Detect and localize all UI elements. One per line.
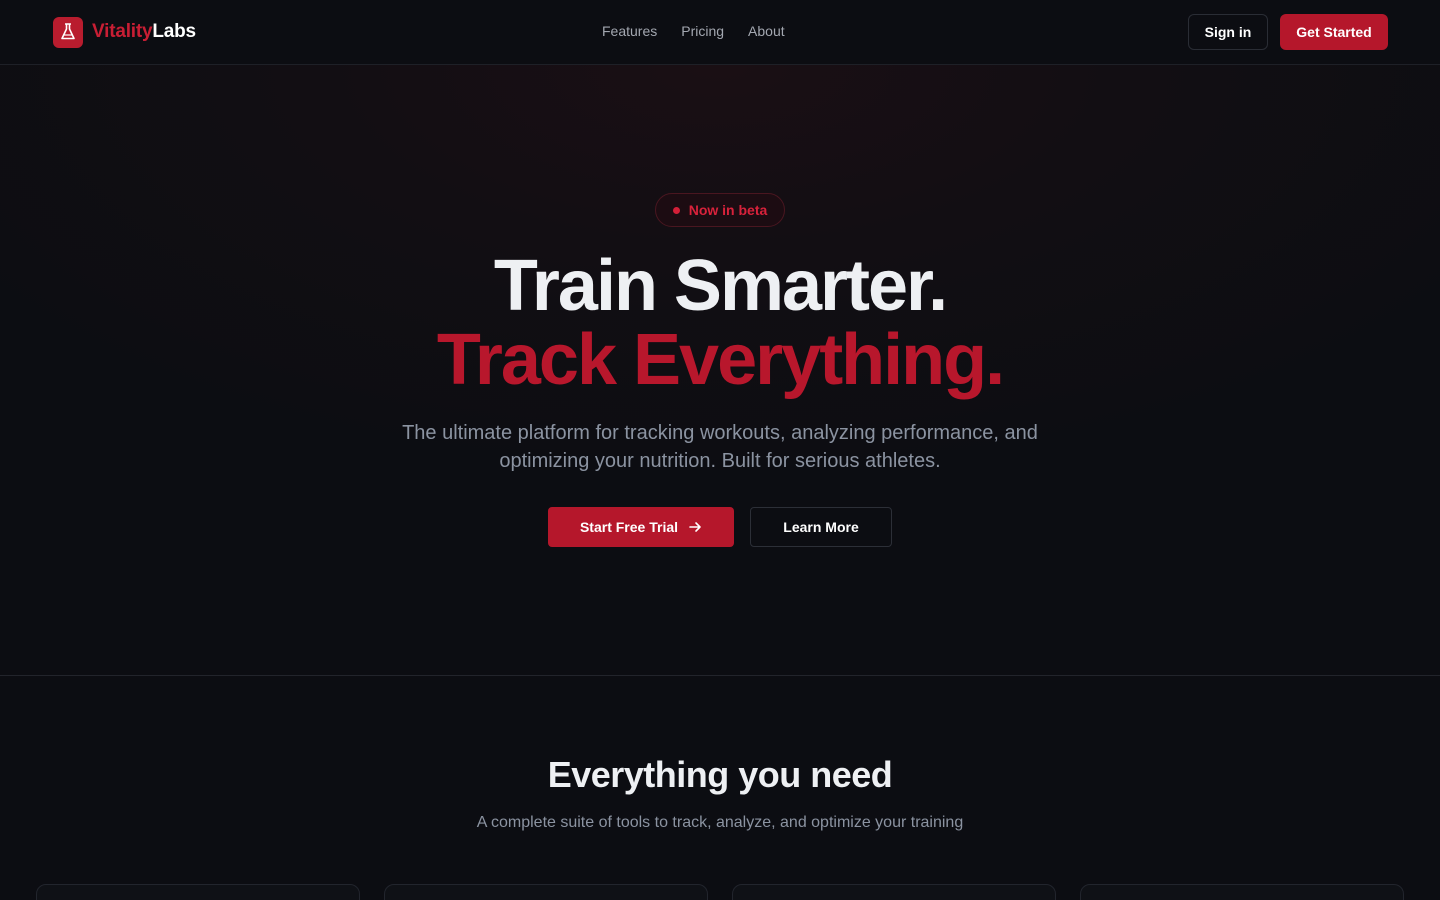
arrow-right-icon xyxy=(689,522,701,532)
start-free-trial-button[interactable]: Start Free Trial xyxy=(548,507,734,547)
brand-name-part-2: Labs xyxy=(152,21,196,42)
feature-card[interactable] xyxy=(732,884,1056,900)
feature-card[interactable] xyxy=(1080,884,1404,900)
nav-links: Features Pricing About xyxy=(602,23,785,39)
feature-card[interactable] xyxy=(384,884,708,900)
brand-name-part-1: Vitality xyxy=(92,21,153,42)
beta-badge-label: Now in beta xyxy=(688,202,768,218)
hero-title-line-2: Track Everything. xyxy=(436,320,1005,400)
get-started-button[interactable]: Get Started xyxy=(1280,14,1388,50)
hero-description: The ultimate platform for tracking worko… xyxy=(402,422,1038,472)
flask-icon xyxy=(53,16,83,48)
learn-more-button[interactable]: Learn More xyxy=(750,507,892,547)
hero-title-line-1: Train Smarter. xyxy=(493,246,948,326)
brand-name: VitalityLabs xyxy=(92,21,196,43)
brand-logo[interactable]: VitalityLabs xyxy=(53,16,196,48)
features-subtitle: A complete suite of tools to track, anal… xyxy=(476,814,964,831)
hero-section: Now in beta Train Smarter. Track Everyth… xyxy=(0,65,1440,676)
nav-link-features[interactable]: Features xyxy=(602,23,657,39)
status-dot-icon xyxy=(672,206,680,214)
features-title: Everything you need xyxy=(547,754,893,795)
sign-in-button[interactable]: Sign in xyxy=(1188,14,1268,50)
beta-badge: Now in beta xyxy=(655,193,785,227)
nav-link-about[interactable]: About xyxy=(748,23,785,39)
start-free-trial-label: Start Free Trial xyxy=(579,519,679,535)
nav-link-pricing[interactable]: Pricing xyxy=(681,23,724,39)
top-navbar: VitalityLabs Features Pricing About Sign… xyxy=(0,0,1440,65)
feature-card[interactable] xyxy=(36,884,360,900)
